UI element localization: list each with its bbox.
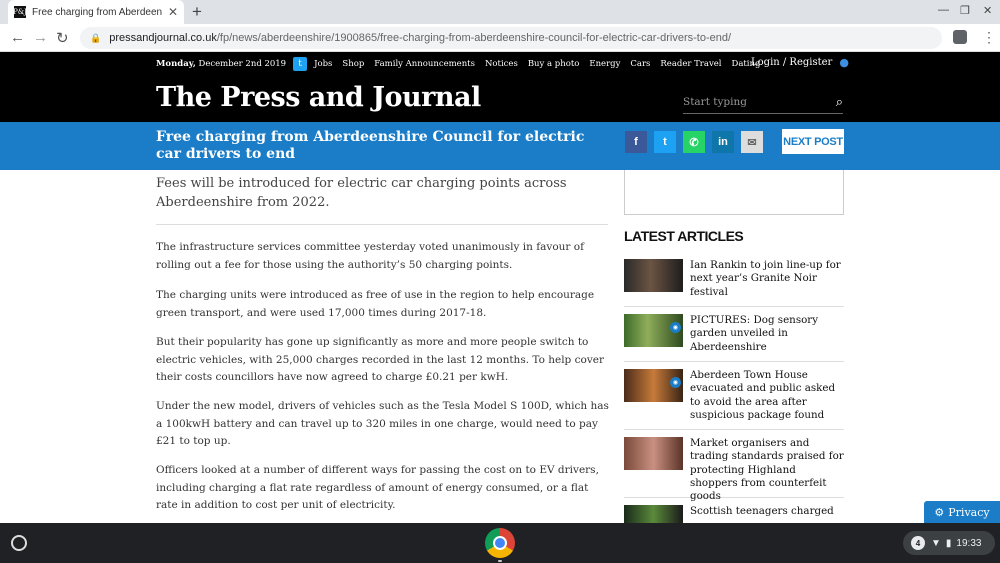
site-search: ⌕ bbox=[683, 90, 843, 114]
article-headline: Free charging from Aberdeenshire Council… bbox=[156, 129, 585, 162]
privacy-button[interactable]: ⚙ Privacy bbox=[924, 501, 1000, 523]
latest-article-title: Ian Rankin to join line-up for next year… bbox=[690, 259, 841, 298]
close-window-icon[interactable]: ✕ bbox=[983, 4, 992, 17]
camera-icon: ◉ bbox=[670, 377, 681, 388]
running-indicator bbox=[498, 560, 502, 562]
site-header: Monday, December 2nd 2019 t Jobs Shop Fa… bbox=[0, 52, 1000, 122]
tab-close-icon[interactable]: ✕ bbox=[168, 5, 178, 19]
site-logo[interactable]: The Press and Journal bbox=[156, 82, 481, 113]
latest-article-item[interactable]: Ian Rankin to join line-up for next year… bbox=[624, 259, 844, 307]
article-title-bar: Free charging from Aberdeenshire Council… bbox=[0, 122, 1000, 170]
clock-time: 19:33 bbox=[956, 537, 982, 549]
latest-article-title: Scottish teenagers charged bbox=[690, 505, 834, 517]
nav-link-energy[interactable]: Energy bbox=[589, 59, 620, 69]
article-paragraph: But their popularity has gone up signifi… bbox=[156, 336, 604, 383]
nav-link-buy-a-photo[interactable]: Buy a photo bbox=[528, 59, 580, 69]
restore-icon[interactable]: ❐ bbox=[960, 4, 970, 17]
linkedin-share-icon[interactable]: in bbox=[712, 131, 734, 153]
article-thumbnail: ◉ bbox=[624, 314, 683, 347]
latest-article-title: Market organisers and trading standards … bbox=[690, 437, 844, 503]
twitter-icon[interactable]: t bbox=[293, 57, 308, 71]
browser-tab[interactable]: P&J Free charging from Aberdeenshire ✕ bbox=[8, 0, 184, 24]
notification-count-badge: 4 bbox=[911, 536, 925, 550]
nav-link-reader-travel[interactable]: Reader Travel bbox=[660, 59, 721, 69]
login-label: Login / Register bbox=[751, 57, 833, 68]
whatsapp-share-icon[interactable]: ✆ bbox=[683, 131, 705, 153]
user-icon: ● bbox=[839, 56, 849, 69]
latest-articles-heading: LATEST ARTICLES bbox=[624, 228, 744, 244]
url-path: /fp/news/aberdeenshire/1900865/free-char… bbox=[216, 32, 732, 44]
minimize-icon[interactable]: — bbox=[938, 4, 949, 16]
article-thumbnail: ◉ bbox=[624, 369, 683, 402]
chrome-app-icon[interactable] bbox=[485, 528, 515, 558]
site-favicon-icon: P&J bbox=[13, 6, 27, 18]
twitter-share-icon[interactable]: t bbox=[654, 131, 676, 153]
address-toolbar: ← → ↻ 🔒 pressandjournal.co.uk /fp/news/a… bbox=[0, 24, 1000, 52]
article-standfirst: Fees will be introduced for electric car… bbox=[156, 176, 567, 210]
article-paragraph: Under the new model, drivers of vehicles… bbox=[156, 400, 609, 447]
nav-link-cars[interactable]: Cars bbox=[630, 59, 650, 69]
latest-article-item[interactable]: Market organisers and trading standards … bbox=[624, 437, 844, 502]
ad-placeholder bbox=[624, 170, 844, 215]
reload-icon[interactable]: ↻ bbox=[56, 29, 69, 47]
launcher-icon[interactable] bbox=[11, 535, 27, 551]
nav-link-notices[interactable]: Notices bbox=[485, 59, 518, 69]
privacy-label: Privacy bbox=[948, 505, 990, 519]
article-paragraph: Officers looked at a number of different… bbox=[156, 464, 599, 511]
article-thumbnail bbox=[624, 437, 683, 470]
article-thumbnail bbox=[624, 505, 683, 523]
email-share-icon[interactable]: ✉ bbox=[741, 131, 763, 153]
url-host: pressandjournal.co.uk bbox=[109, 32, 217, 44]
latest-article-item[interactable]: ◉ PICTURES: Dog sensory garden unveiled … bbox=[624, 314, 844, 362]
search-input[interactable] bbox=[683, 95, 813, 108]
camera-icon: ◉ bbox=[670, 322, 681, 333]
nav-link-jobs[interactable]: Jobs bbox=[314, 59, 332, 69]
gear-icon: ⚙ bbox=[934, 505, 945, 519]
facebook-share-icon[interactable]: f bbox=[625, 131, 647, 153]
status-tray[interactable]: 4 ▼ ▮ 19:33 bbox=[903, 531, 995, 555]
article-paragraph: The infrastructure services committee ye… bbox=[156, 241, 584, 271]
latest-article-title: Aberdeen Town House evacuated and public… bbox=[690, 369, 836, 421]
profile-icon[interactable] bbox=[953, 30, 967, 44]
article-thumbnail bbox=[624, 259, 683, 292]
forward-icon[interactable]: → bbox=[33, 29, 48, 46]
lock-icon: 🔒 bbox=[90, 32, 102, 43]
header-date: Monday, December 2nd 2019 bbox=[156, 59, 287, 69]
article-paragraph: The charging units were introduced as fr… bbox=[156, 289, 595, 319]
nav-link-family-announcements[interactable]: Family Announcements bbox=[374, 59, 475, 69]
wifi-icon: ▼ bbox=[931, 537, 941, 549]
search-icon[interactable]: ⌕ bbox=[836, 94, 843, 110]
latest-article-item[interactable]: ◉ Aberdeen Town House evacuated and publ… bbox=[624, 369, 844, 430]
tab-title: Free charging from Aberdeenshire bbox=[32, 6, 162, 18]
tab-bar: P&J Free charging from Aberdeenshire ✕ +… bbox=[0, 0, 1000, 24]
nav-link-shop[interactable]: Shop bbox=[342, 59, 364, 69]
latest-article-title: PICTURES: Dog sensory garden unveiled in… bbox=[690, 314, 819, 353]
next-post-button[interactable]: NEXT POST bbox=[782, 129, 844, 154]
back-icon[interactable]: ← bbox=[10, 29, 25, 46]
os-shelf: 4 ▼ ▮ 19:33 bbox=[0, 523, 1000, 563]
url-bar[interactable]: 🔒 pressandjournal.co.uk /fp/news/aberdee… bbox=[80, 27, 942, 49]
latest-article-item[interactable]: Scottish teenagers charged bbox=[624, 505, 844, 523]
new-tab-button[interactable]: + bbox=[192, 2, 202, 22]
top-nav: Monday, December 2nd 2019 t Jobs Shop Fa… bbox=[156, 57, 770, 71]
login-register-link[interactable]: Login / Register ● bbox=[751, 56, 849, 69]
divider bbox=[156, 224, 608, 225]
battery-icon: ▮ bbox=[945, 537, 952, 549]
browser-menu-icon[interactable]: ⋮ bbox=[982, 29, 996, 46]
